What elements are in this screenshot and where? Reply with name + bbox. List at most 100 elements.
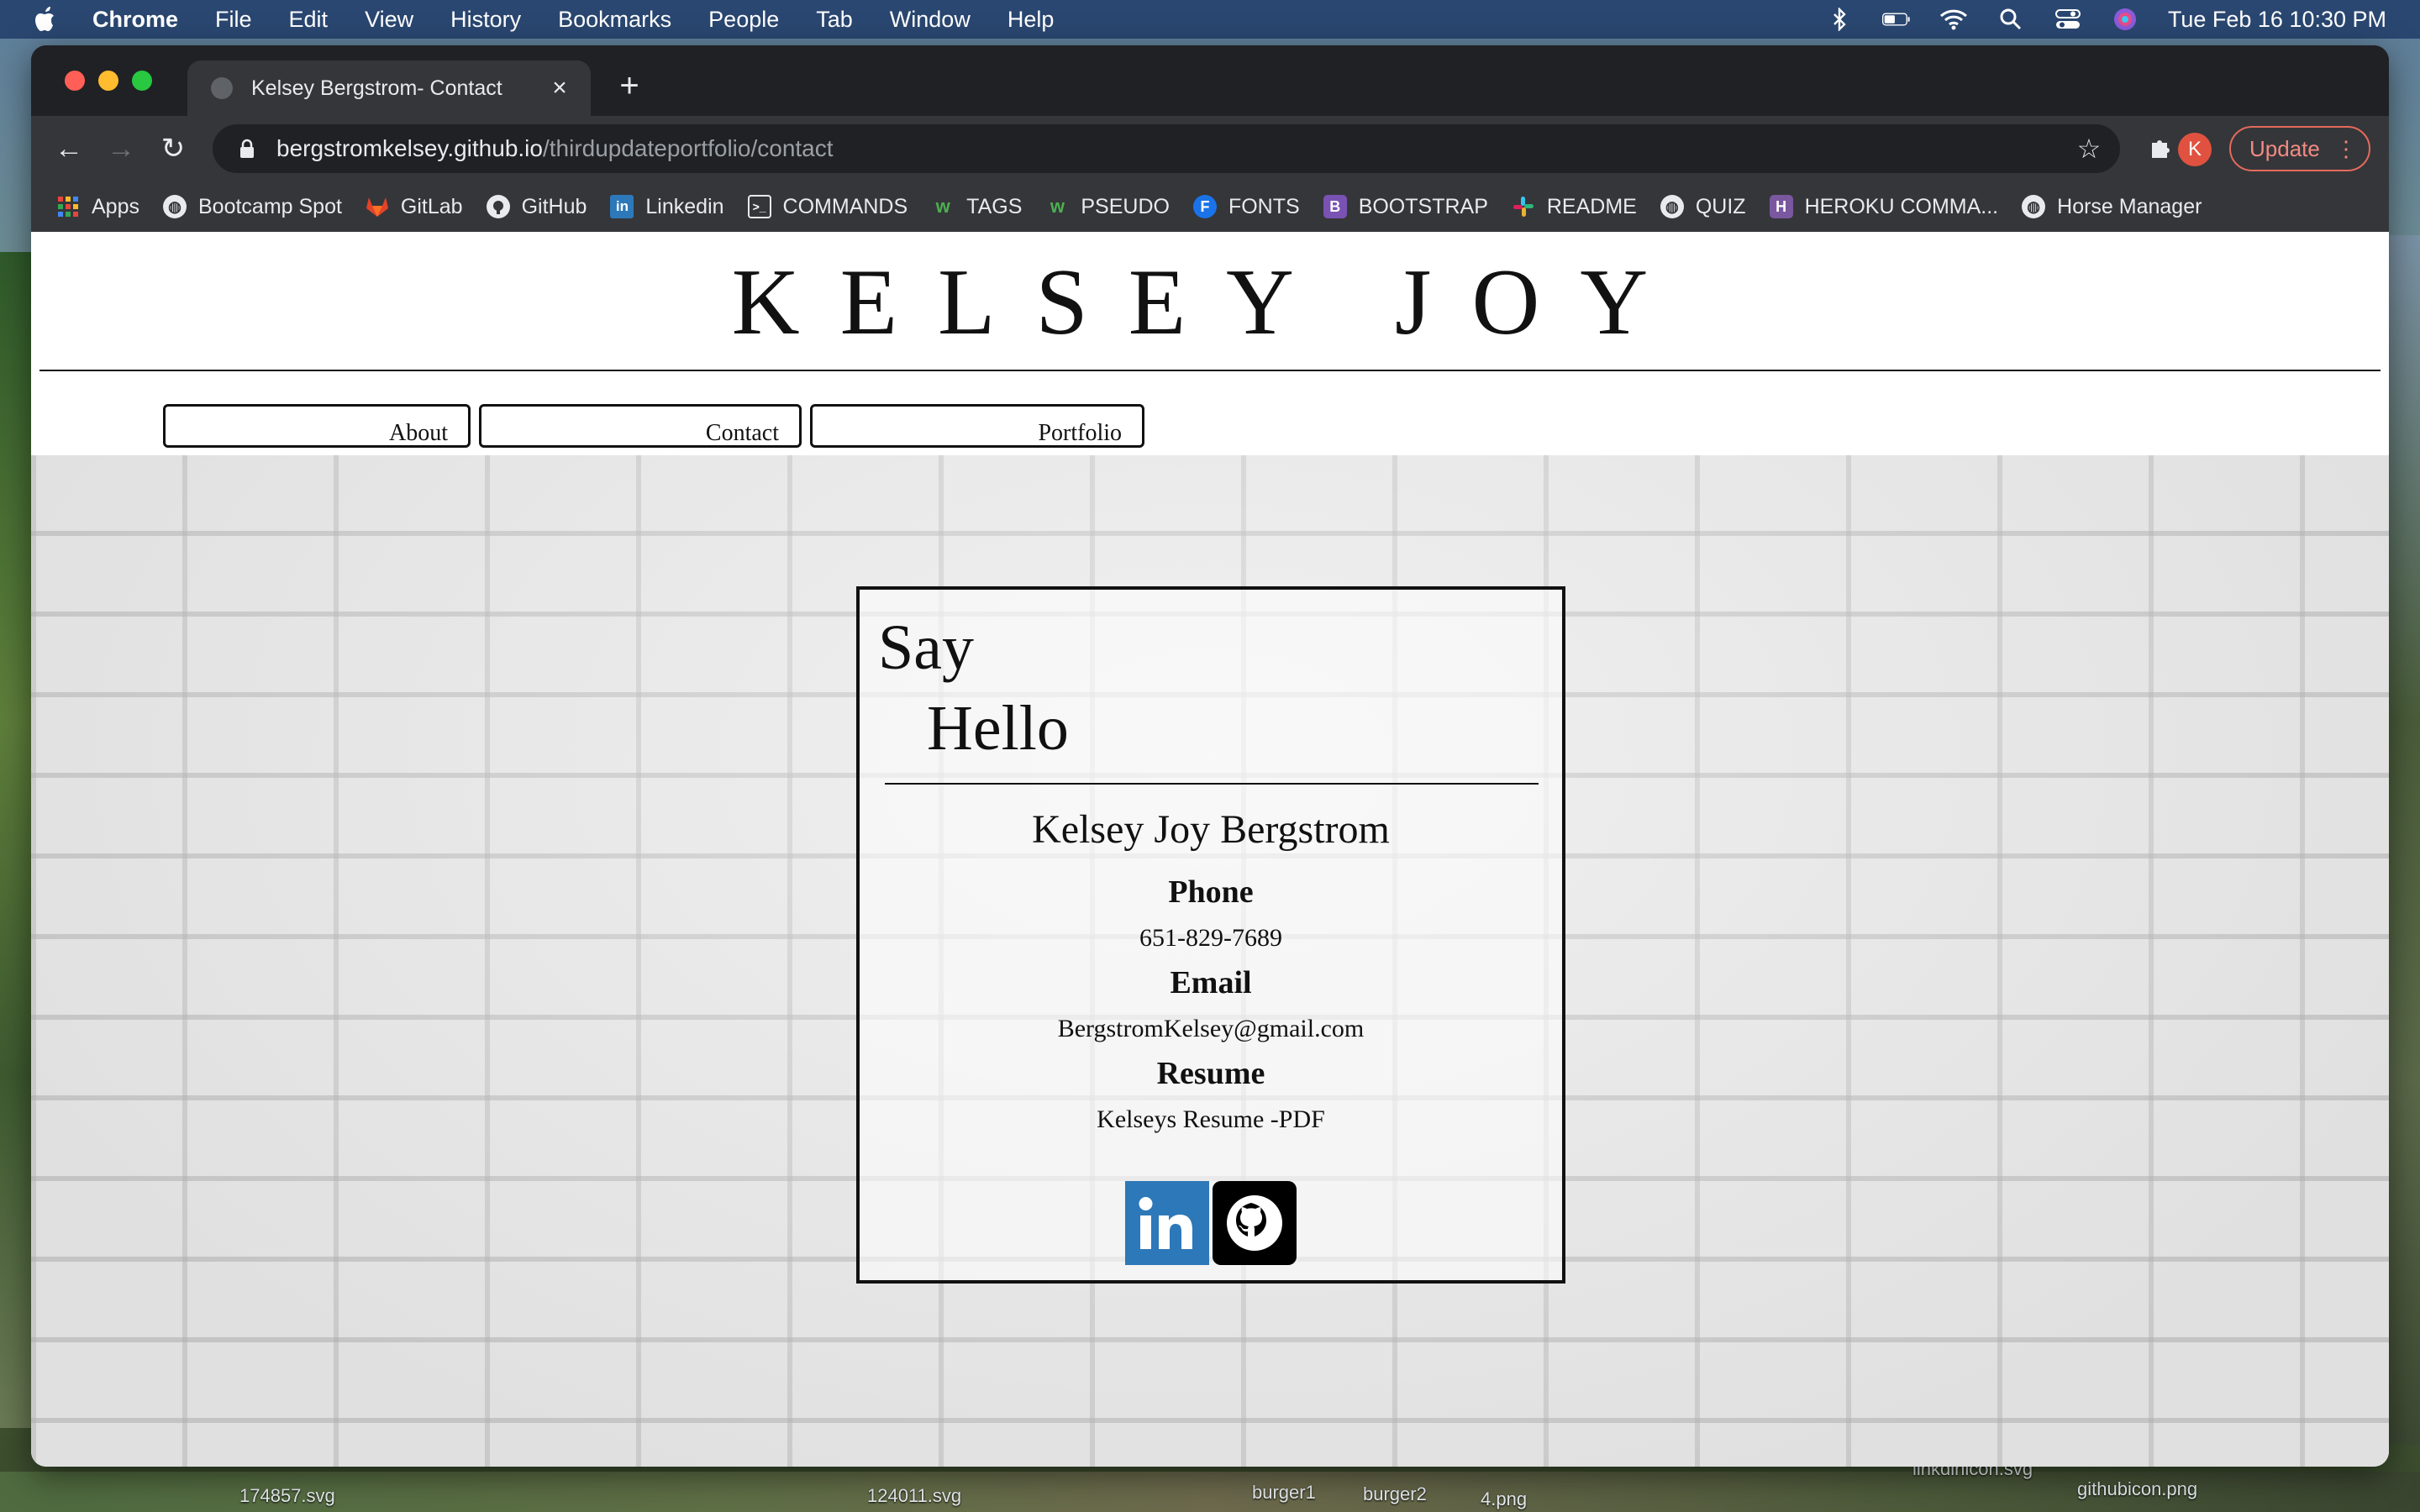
heroku-icon: H <box>1769 195 1793 218</box>
profile-avatar[interactable]: K <box>2178 133 2212 166</box>
extensions-puzzle-icon[interactable] <box>2145 134 2175 165</box>
new-tab-button[interactable]: + <box>611 67 648 104</box>
desktop-file[interactable]: burger2 <box>1363 1483 1427 1505</box>
bluetooth-icon[interactable] <box>1825 8 1854 31</box>
bookmark-tags[interactable]: w TAGS <box>931 195 1023 219</box>
bookmark-label: BOOTSTRAP <box>1358 194 1488 218</box>
bookmark-label: FONTS <box>1228 194 1300 218</box>
bookmark-pseudo[interactable]: w PSEUDO <box>1045 195 1170 219</box>
contact-card: Say Hello Kelsey Joy Bergstrom Phone 651… <box>856 586 1565 1284</box>
window-close-button[interactable] <box>65 71 85 91</box>
email-link[interactable]: BergstromKelsey@gmail.com <box>860 1015 1562 1043</box>
card-divider <box>885 783 1539 785</box>
forward-button[interactable]: → <box>103 131 139 166</box>
desktop-file[interactable]: 4.png <box>1481 1488 1527 1510</box>
menu-app-name[interactable]: Chrome <box>92 7 178 33</box>
window-minimize-button[interactable] <box>98 71 118 91</box>
fonts-icon: F <box>1192 195 1217 218</box>
tab-close-icon[interactable]: × <box>547 74 572 102</box>
phone-value: 651-829-7689 <box>1139 924 1282 952</box>
nav-label: Contact <box>705 420 779 446</box>
bookmark-label: Apps <box>92 194 139 218</box>
bookmark-label: QUIZ <box>1695 194 1746 218</box>
bookmark-heroku[interactable]: H HEROKU COMMA... <box>1769 195 1998 219</box>
social-links <box>860 1181 1562 1265</box>
apple-icon[interactable] <box>34 5 59 34</box>
github-icon <box>486 195 510 218</box>
site-header: KELSEY JOY About Contact Portfolio <box>31 232 2389 455</box>
update-button[interactable]: Update ⋮ <box>2229 126 2370 171</box>
site-title: KELSEY JOY <box>731 250 1689 354</box>
menu-view[interactable]: View <box>365 7 413 33</box>
menu-help[interactable]: Help <box>1007 7 1055 33</box>
bookmark-label: GitHub <box>521 194 587 218</box>
nav-portfolio-link[interactable]: Portfolio <box>810 404 1144 448</box>
bookmark-horse-manager[interactable]: ◍ Horse Manager <box>2022 195 2202 219</box>
terminal-icon: >_ <box>747 195 771 218</box>
tab-title: Kelsey Bergstrom- Contact <box>251 76 502 100</box>
control-center-icon[interactable] <box>2054 8 2082 30</box>
back-button[interactable]: ← <box>51 131 87 166</box>
bookmark-label: Bootcamp Spot <box>197 194 342 218</box>
bookmark-label: COMMANDS <box>782 194 908 218</box>
apps-grid-icon <box>56 195 80 218</box>
bookmark-gitlab[interactable]: GitLab <box>366 195 463 219</box>
nav-about-link[interactable]: About <box>163 404 471 448</box>
bookmark-label: Linkedin <box>645 194 724 218</box>
url-path: /thirdupdateportfolio/contact <box>542 135 834 161</box>
bootstrap-icon: B <box>1323 195 1347 218</box>
w3-icon: w <box>935 196 950 217</box>
lock-icon[interactable] <box>236 138 258 160</box>
spotlight-search-icon[interactable] <box>1996 8 2025 30</box>
linkedin-icon[interactable] <box>1125 1181 1209 1265</box>
nav-contact-link[interactable]: Contact <box>479 404 802 448</box>
gitlab-icon <box>366 195 389 218</box>
page-viewport: KELSEY JOY About Contact Portfolio Say H… <box>31 232 2389 1467</box>
bookmark-commands[interactable]: >_ COMMANDS <box>747 194 908 219</box>
page-favicon-icon <box>211 77 233 99</box>
bookmark-linkedin[interactable]: in Linkedin <box>610 194 724 219</box>
tab-active[interactable]: Kelsey Bergstrom- Contact × <box>187 60 591 116</box>
bookmark-readme[interactable]: README <box>1512 195 1637 219</box>
desktop-wallpaper-bottom <box>0 1472 2420 1512</box>
menu-edit[interactable]: Edit <box>289 7 329 33</box>
kebab-menu-icon[interactable]: ⋮ <box>2335 136 2357 162</box>
desktop-file[interactable]: burger1 <box>1252 1482 1316 1504</box>
slack-icon <box>1512 195 1535 218</box>
bookmark-fonts[interactable]: F FONTS <box>1192 194 1300 219</box>
bookmark-github[interactable]: GitHub <box>486 194 587 219</box>
nav-label: About <box>389 420 448 446</box>
globe-icon: ◍ <box>2022 195 2046 218</box>
phone-label: Phone <box>1168 874 1254 910</box>
bookmark-bootstrap[interactable]: B BOOTSTRAP <box>1323 195 1488 219</box>
menu-history[interactable]: History <box>450 7 521 33</box>
bookmark-apps[interactable]: Apps <box>56 195 139 219</box>
menubar-datetime[interactable]: Tue Feb 16 10:30 PM <box>2168 7 2386 33</box>
github-icon[interactable] <box>1213 1181 1297 1265</box>
update-label: Update <box>2249 135 2320 161</box>
reload-button[interactable]: ↻ <box>155 131 191 166</box>
site-nav: About Contact Portfolio <box>163 404 1144 451</box>
desktop-file[interactable]: 124011.svg <box>867 1485 961 1507</box>
wifi-icon[interactable] <box>1939 8 1968 30</box>
bookmark-bootcamp-spot[interactable]: ◍ Bootcamp Spot <box>162 194 342 219</box>
desktop-file[interactable]: githubicon.png <box>2077 1478 2197 1500</box>
desktop-file[interactable]: 174857.svg <box>239 1485 335 1507</box>
bookmark-label: README <box>1546 194 1637 218</box>
menu-tab[interactable]: Tab <box>816 7 853 33</box>
say-heading: Say <box>878 612 974 683</box>
siri-icon[interactable] <box>2111 8 2139 30</box>
resume-link[interactable]: Kelseys Resume -PDF <box>860 1105 1562 1134</box>
linkedin-icon: in <box>610 195 634 218</box>
bookmark-quiz[interactable]: ◍ QUIZ <box>1660 195 1746 219</box>
menu-file[interactable]: File <box>215 7 252 33</box>
bookmark-star-icon[interactable]: ☆ <box>2075 134 2103 163</box>
window-zoom-button[interactable] <box>132 71 152 91</box>
menu-bookmarks[interactable]: Bookmarks <box>558 7 671 33</box>
globe-icon: ◍ <box>1660 195 1684 218</box>
address-bar[interactable]: bergstromkelsey.github.io /thirdupdatepo… <box>213 124 2120 173</box>
battery-icon[interactable] <box>1881 8 1911 30</box>
menu-people[interactable]: People <box>708 7 779 33</box>
contact-name: Kelsey Joy Bergstrom <box>1032 807 1390 852</box>
menu-window[interactable]: Window <box>890 7 971 33</box>
